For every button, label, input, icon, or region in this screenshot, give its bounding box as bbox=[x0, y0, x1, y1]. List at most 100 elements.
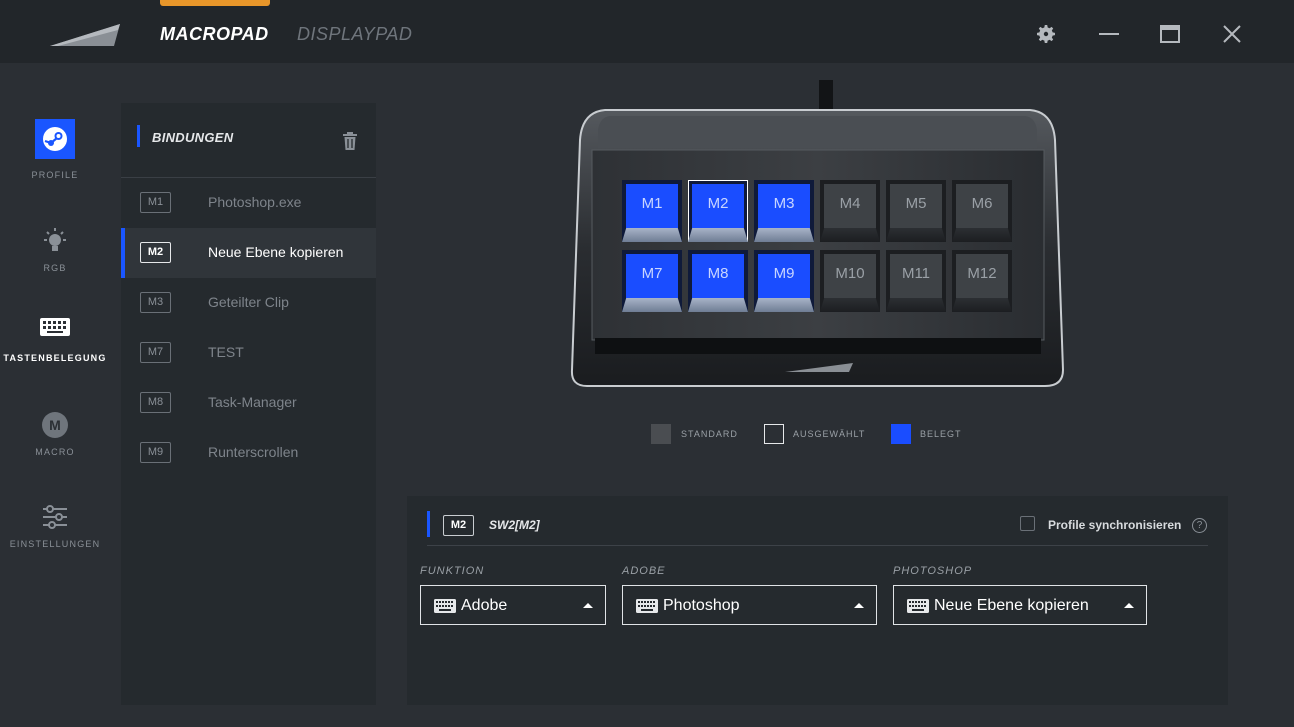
binding-row-m1[interactable]: M1 Photoshop.exe bbox=[121, 178, 376, 228]
binding-key-tag: M8 bbox=[140, 392, 171, 413]
tab-macropad[interactable]: MACROPAD bbox=[160, 24, 269, 45]
minimize-icon[interactable] bbox=[1097, 22, 1121, 46]
nav-item-rgb[interactable]: RGB bbox=[0, 205, 110, 293]
keyboard-icon bbox=[35, 307, 75, 347]
keyboard-icon bbox=[907, 599, 929, 613]
close-icon[interactable] bbox=[1220, 22, 1244, 46]
binding-row-m9[interactable]: M9 Runterscrollen bbox=[121, 428, 376, 478]
binding-key-tag: M1 bbox=[140, 192, 171, 213]
macro-key-label: M11 bbox=[890, 254, 942, 298]
adobe-value: Photoshop bbox=[663, 597, 740, 614]
nav-label-tastenbelegung: TASTENBELEGUNG bbox=[3, 353, 107, 363]
macro-key-label: M5 bbox=[890, 184, 942, 228]
legend-assigned-swatch bbox=[891, 424, 911, 444]
binding-key-tag: M3 bbox=[140, 292, 171, 313]
macro-key-m3[interactable]: M3 bbox=[754, 180, 814, 242]
trash-icon[interactable] bbox=[341, 131, 359, 151]
macro-key-skirt bbox=[688, 228, 748, 242]
legend-assigned-label: BELEGT bbox=[920, 429, 962, 439]
bindings-title: BINDUNGEN bbox=[152, 130, 234, 145]
macro-key-skirt bbox=[754, 298, 814, 312]
nav-item-einstellungen[interactable]: EINSTELLUNGEN bbox=[0, 481, 110, 569]
nav-item-macro[interactable]: M MACRO bbox=[0, 389, 110, 477]
title-bar: MACROPAD DISPLAYPAD bbox=[0, 0, 1294, 63]
binding-key-tag: M7 bbox=[140, 342, 171, 363]
caret-up-icon bbox=[1124, 603, 1134, 608]
bindings-panel: BINDUNGEN M1 Photoshop.exe M2 Neue Ebene… bbox=[121, 103, 376, 705]
binding-row-m8[interactable]: M8 Task-Manager bbox=[121, 378, 376, 428]
caret-up-icon bbox=[583, 603, 593, 608]
key-config-panel: M2 SW2[M2] Profile synchronisieren ? FUN… bbox=[407, 496, 1228, 705]
macro-key-skirt bbox=[820, 228, 880, 242]
config-key-name: SW2[M2] bbox=[489, 518, 540, 532]
adobe-select[interactable]: Photoshop bbox=[622, 585, 877, 625]
sync-profiles-checkbox[interactable] bbox=[1020, 516, 1035, 531]
svg-text:M: M bbox=[49, 417, 61, 433]
macro-key-m4[interactable]: M4 bbox=[820, 180, 880, 242]
macro-key-m9[interactable]: M9 bbox=[754, 250, 814, 312]
steam-icon bbox=[35, 119, 75, 159]
binding-label: Task-Manager bbox=[208, 394, 297, 410]
photoshop-select[interactable]: Neue Ebene kopieren bbox=[893, 585, 1147, 625]
settings-gear-icon[interactable] bbox=[1034, 22, 1058, 46]
macro-key-m8[interactable]: M8 bbox=[688, 250, 748, 312]
funktion-select[interactable]: Adobe bbox=[420, 585, 606, 625]
macro-key-m5[interactable]: M5 bbox=[886, 180, 946, 242]
field-label-adobe: ADOBE bbox=[622, 565, 666, 577]
macro-key-skirt bbox=[754, 228, 814, 242]
macro-key-m11[interactable]: M11 bbox=[886, 250, 946, 312]
macro-key-label: M1 bbox=[626, 184, 678, 228]
nav-label-einstellungen: EINSTELLUNGEN bbox=[9, 539, 101, 549]
macro-key-m6[interactable]: M6 bbox=[952, 180, 1012, 242]
nav-label-profile: PROFILE bbox=[31, 170, 79, 180]
sync-profiles-label: Profile synchronisieren bbox=[1048, 518, 1182, 532]
config-key-tag: M2 bbox=[443, 515, 474, 536]
binding-row-m3[interactable]: M3 Geteilter Clip bbox=[121, 278, 376, 328]
binding-label: TEST bbox=[208, 344, 244, 360]
macro-key-skirt bbox=[886, 228, 946, 242]
help-icon[interactable]: ? bbox=[1192, 518, 1207, 533]
binding-key-tag: M9 bbox=[140, 442, 171, 463]
macro-key-label: M7 bbox=[626, 254, 678, 298]
macro-key-m7[interactable]: M7 bbox=[622, 250, 682, 312]
macro-key-skirt bbox=[952, 298, 1012, 312]
header-accent-bar bbox=[137, 125, 140, 147]
binding-row-m7[interactable]: M7 TEST bbox=[121, 328, 376, 378]
macro-key-m10[interactable]: M10 bbox=[820, 250, 880, 312]
macro-key-label: M9 bbox=[758, 254, 810, 298]
nav-item-profile[interactable]: PROFILE bbox=[0, 113, 110, 201]
nav-label-rgb: RGB bbox=[43, 263, 67, 273]
legend-standard-label: STANDARD bbox=[681, 429, 738, 439]
binding-row-m2[interactable]: M2 Neue Ebene kopieren bbox=[121, 228, 376, 278]
lightbulb-icon bbox=[35, 221, 75, 261]
maximize-icon[interactable] bbox=[1158, 22, 1182, 46]
macro-key-label: M2 bbox=[692, 184, 744, 228]
legend-standard-swatch bbox=[651, 424, 671, 444]
macro-key-label: M8 bbox=[692, 254, 744, 298]
macro-key-skirt bbox=[886, 298, 946, 312]
bindings-header: BINDUNGEN bbox=[121, 103, 376, 178]
legend-selected-label: AUSGEWÄHLT bbox=[793, 429, 866, 439]
macro-key-skirt bbox=[688, 298, 748, 312]
tab-displaypad[interactable]: DISPLAYPAD bbox=[297, 24, 412, 45]
macro-key-m12[interactable]: M12 bbox=[952, 250, 1012, 312]
macropad-device: M1 M2 M3 M4 M5 M6 M7 M8 M9 M10 M11 M12 bbox=[565, 80, 1070, 395]
nav-label-macro: MACRO bbox=[35, 447, 75, 457]
binding-label: Photoshop.exe bbox=[208, 194, 302, 210]
macro-key-m2[interactable]: M2 bbox=[688, 180, 748, 242]
field-label-funktion: FUNKTION bbox=[420, 565, 485, 577]
macro-key-m1[interactable]: M1 bbox=[622, 180, 682, 242]
nav-item-tastenbelegung[interactable]: TASTENBELEGUNG bbox=[0, 295, 110, 383]
photoshop-value: Neue Ebene kopieren bbox=[934, 597, 1089, 614]
macro-key-skirt bbox=[952, 228, 1012, 242]
macro-key-label: M10 bbox=[824, 254, 876, 298]
keyboard-icon bbox=[434, 599, 456, 613]
binding-key-tag: M2 bbox=[140, 242, 171, 263]
macro-key-skirt bbox=[622, 228, 682, 242]
macro-key-label: M3 bbox=[758, 184, 810, 228]
macro-key-label: M6 bbox=[956, 184, 1008, 228]
macro-m-icon: M bbox=[35, 405, 75, 445]
config-accent-bar bbox=[427, 511, 430, 537]
binding-label: Geteilter Clip bbox=[208, 294, 289, 310]
macro-key-skirt bbox=[820, 298, 880, 312]
